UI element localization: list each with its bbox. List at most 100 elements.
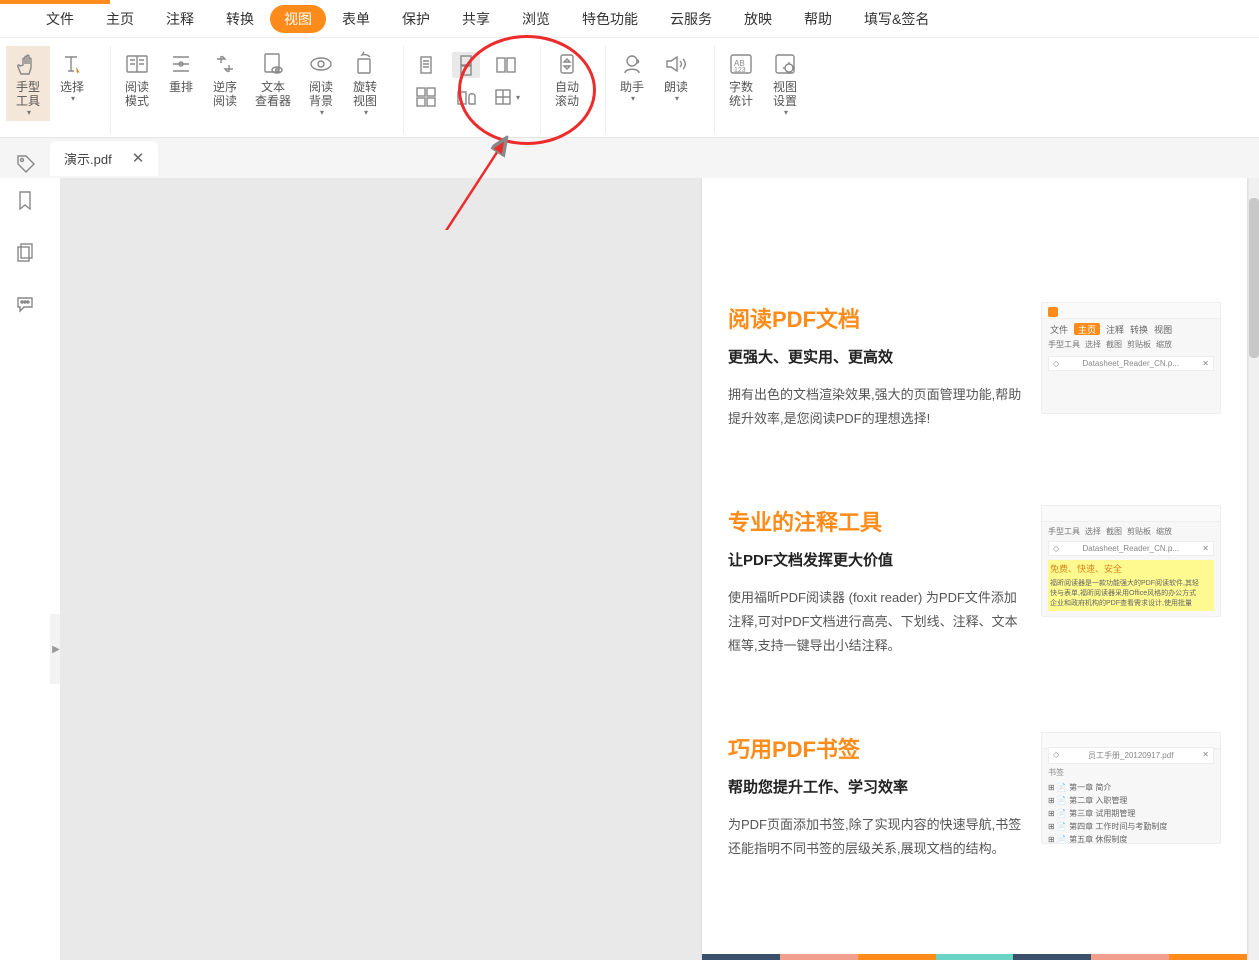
chevron-down-icon: ▾ — [27, 108, 31, 117]
single-page-button[interactable] — [412, 52, 440, 78]
menu-bar: 文件主页注释转换视图表单保护共享浏览特色功能云服务放映帮助填写&签名 — [0, 0, 1259, 38]
document-tab-strip: 演示.pdf ✕ — [0, 138, 1259, 178]
book-icon — [123, 50, 151, 78]
tab-filename: 演示.pdf — [64, 149, 112, 168]
view-settings-button[interactable]: 视图 设置 ▾ — [763, 46, 807, 121]
read-bg-label: 阅读 背景 — [309, 80, 333, 108]
read-aloud-label: 朗读 — [664, 80, 688, 94]
word-count-icon: AB123 — [727, 50, 755, 78]
page-eye-icon — [259, 50, 287, 78]
menu-item-7[interactable]: 共享 — [446, 3, 506, 35]
reflow-icon — [167, 50, 195, 78]
ribbon-toolbar: 手型 工具 ▾ 选择 ▾ 阅读 模式 重排 逆序 阅读 文本 查看器 阅读 背景… — [0, 38, 1259, 138]
select-button[interactable]: 选择 ▾ — [50, 46, 94, 121]
menu-item-10[interactable]: 云服务 — [654, 3, 728, 35]
auto-scroll-button[interactable]: 自动 滚动 — [545, 46, 589, 112]
select-label: 选择 — [60, 80, 84, 94]
document-tab[interactable]: 演示.pdf ✕ — [50, 141, 158, 176]
chevron-down-icon: ▾ — [675, 94, 679, 103]
continuous-facing-button[interactable] — [412, 84, 440, 110]
chevron-down-icon: ▾ — [320, 108, 324, 117]
read-mode-button[interactable]: 阅读 模式 — [115, 46, 159, 112]
page-layout-grid: ▾ — [412, 52, 520, 110]
read-bg-button[interactable]: 阅读 背景 ▾ — [299, 46, 343, 121]
close-tab-button[interactable]: ✕ — [132, 149, 145, 167]
menu-item-5[interactable]: 表单 — [326, 3, 386, 35]
menu-item-3[interactable]: 转换 — [210, 3, 270, 35]
menu-item-0[interactable]: 文件 — [30, 3, 90, 35]
view-settings-label: 视图 设置 — [773, 80, 797, 108]
assistant-label: 助手 — [620, 80, 644, 94]
text-viewer-label: 文本 查看器 — [255, 80, 291, 108]
sec3-body: 为PDF页面添加书签,除了实现内容的快速导航,书签还能指明不同书签的层级关系,展… — [728, 813, 1023, 861]
auto-scroll-icon — [553, 50, 581, 78]
sec3-subtitle: 帮助您提升工作、学习效率 — [728, 776, 1023, 797]
preview-3: ◇员工手册_20120917.pdf✕ 书签 ⊞ 📄 第一章 简介⊞ 📄 第二章… — [1041, 732, 1221, 844]
page-footer-stripe — [702, 954, 1247, 960]
menu-item-1[interactable]: 主页 — [90, 3, 150, 35]
sec1-title: 阅读PDF文档 — [728, 302, 1023, 334]
pages-icon[interactable] — [13, 240, 37, 264]
menu-item-12[interactable]: 帮助 — [788, 3, 848, 35]
svg-text:123: 123 — [734, 67, 746, 74]
reverse-read-button[interactable]: 逆序 阅读 — [203, 46, 247, 112]
reverse-read-label: 逆序 阅读 — [213, 80, 237, 108]
section-read-pdf: 阅读PDF文档 更强大、更实用、更高效 拥有出色的文档渲染效果,强大的页面管理功… — [702, 278, 1247, 441]
section-bookmarks: 巧用PDF书签 帮助您提升工作、学习效率 为PDF页面添加书签,除了实现内容的快… — [702, 708, 1247, 871]
chevron-down-icon: ▾ — [784, 108, 788, 117]
chevron-down-icon: ▾ — [71, 94, 75, 103]
assistant-button[interactable]: 助手 ▾ — [610, 46, 654, 107]
scroll-thumb[interactable] — [1249, 198, 1259, 358]
continuous-page-button[interactable] — [452, 52, 480, 78]
menu-item-8[interactable]: 浏览 — [506, 3, 566, 35]
read-mode-label: 阅读 模式 — [125, 80, 149, 108]
bookmark-icon[interactable] — [13, 188, 37, 212]
text-viewer-button[interactable]: 文本 查看器 — [247, 46, 299, 112]
vertical-scrollbar[interactable] — [1249, 178, 1259, 960]
sec1-subtitle: 更强大、更实用、更高效 — [728, 346, 1023, 367]
preview-1: 文件主页注释转换视图 手型工具选择截图剪贴板缩放 ◇Datasheet_Read… — [1041, 302, 1221, 414]
document-canvas: 阅读PDF文档 更强大、更实用、更高效 拥有出色的文档渲染效果,强大的页面管理功… — [60, 178, 1259, 960]
left-sidebar — [0, 178, 50, 960]
chevron-down-icon: ▾ — [516, 93, 520, 102]
tag-icon[interactable] — [14, 152, 36, 177]
facing-pages-button[interactable] — [492, 52, 520, 78]
speaker-icon — [662, 50, 690, 78]
sec2-title: 专业的注释工具 — [728, 505, 1023, 537]
menu-item-4[interactable]: 视图 — [270, 5, 326, 33]
menu-item-13[interactable]: 填写&签名 — [848, 3, 945, 35]
chevron-down-icon: ▾ — [364, 108, 368, 117]
eye-icon — [307, 50, 335, 78]
separate-cover-button[interactable] — [452, 84, 480, 110]
word-count-button[interactable]: AB123 字数 统计 — [719, 46, 763, 112]
comments-icon[interactable] — [13, 292, 37, 316]
hand-tool-label: 手型 工具 — [16, 80, 40, 108]
sec1-body: 拥有出色的文档渲染效果,强大的页面管理功能,帮助提升效率,是您阅读PDF的理想选… — [728, 383, 1023, 431]
auto-scroll-label: 自动 滚动 — [555, 80, 579, 108]
page-left-blank — [64, 178, 698, 960]
sec3-title: 巧用PDF书签 — [728, 732, 1023, 764]
menu-item-11[interactable]: 放映 — [728, 3, 788, 35]
split-view-button[interactable]: ▾ — [492, 84, 520, 110]
rotate-view-label: 旋转 视图 — [353, 80, 377, 108]
assistant-icon — [618, 50, 646, 78]
menu-item-6[interactable]: 保护 — [386, 3, 446, 35]
word-count-label: 字数 统计 — [729, 80, 753, 108]
chevron-down-icon: ▾ — [631, 94, 635, 103]
hand-icon — [14, 50, 42, 78]
reflow-label: 重排 — [169, 80, 193, 94]
read-aloud-button[interactable]: 朗读 ▾ — [654, 46, 698, 107]
reverse-arrows-icon — [211, 50, 239, 78]
hand-tool-button[interactable]: 手型 工具 ▾ — [6, 46, 50, 121]
menu-item-2[interactable]: 注释 — [150, 3, 210, 35]
rotate-view-button[interactable]: 旋转 视图 ▾ — [343, 46, 387, 121]
sec2-body: 使用福昕PDF阅读器 (foxit reader) 为PDF文件添加注释,可对P… — [728, 586, 1023, 658]
select-text-icon — [58, 50, 86, 78]
reflow-button[interactable]: 重排 — [159, 46, 203, 98]
menu-item-9[interactable]: 特色功能 — [566, 3, 654, 35]
preview-2: 手型工具选择截图剪贴板缩放 ◇Datasheet_Reader_CN.p...✕… — [1041, 505, 1221, 617]
settings-page-icon — [771, 50, 799, 78]
section-annotate: 专业的注释工具 让PDF文档发挥更大价值 使用福昕PDF阅读器 (foxit r… — [702, 481, 1247, 668]
page-right: 阅读PDF文档 更强大、更实用、更高效 拥有出色的文档渲染效果,强大的页面管理功… — [702, 178, 1247, 960]
sec2-subtitle: 让PDF文档发挥更大价值 — [728, 549, 1023, 570]
